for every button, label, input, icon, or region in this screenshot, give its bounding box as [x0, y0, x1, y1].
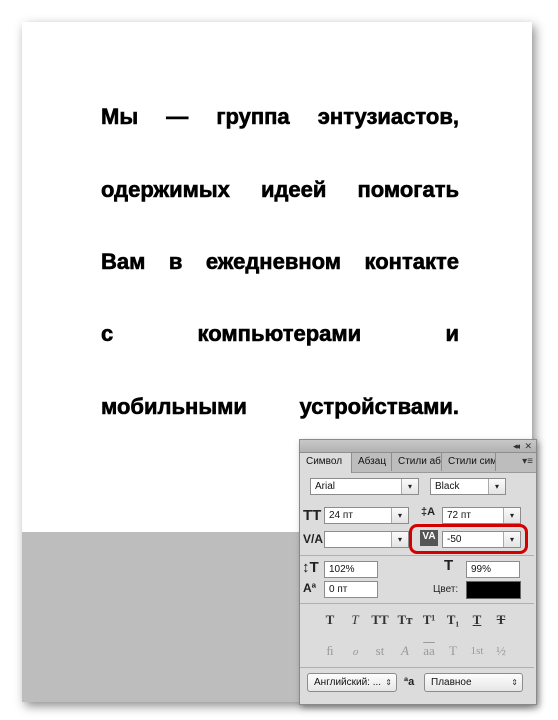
text-line-4[interactable]: с компьютерами и	[101, 321, 460, 347]
leading-value: 72 пт	[447, 510, 471, 521]
horizontal-scale-value: 99%	[471, 564, 492, 575]
word: устройствами.	[299, 394, 459, 420]
superscript-button[interactable]: T¹	[417, 610, 441, 630]
faux-bold-button[interactable]: T	[318, 610, 342, 630]
vertical-scale-field[interactable]: 102%	[324, 561, 378, 578]
word: Вам	[101, 249, 146, 275]
color-label: Цвет:	[433, 584, 459, 595]
text-line-2[interactable]: одержимых идеей помогать	[101, 177, 460, 203]
chevron-down-icon[interactable]: ▾	[391, 532, 408, 547]
baseline-shift-icon: Aª	[303, 581, 317, 595]
word: контакте	[364, 249, 459, 275]
all-caps-button[interactable]: TT	[368, 610, 392, 630]
fractions-button[interactable]: ½	[489, 641, 513, 661]
panel-menu-icon[interactable]: ▾≡	[522, 456, 533, 467]
panel-tabs: Символ Абзац Стили аб Стили сим ▾≡	[300, 453, 536, 473]
word: группа	[216, 104, 290, 130]
tab-character[interactable]: Символ	[300, 453, 352, 473]
text-line-3[interactable]: Вам в ежедневном контакте	[101, 249, 460, 275]
horizontal-scale-icon: T	[444, 557, 454, 574]
language-value: Английский: ...	[314, 677, 382, 688]
discretionary-ligatures-button[interactable]: st	[368, 641, 392, 661]
swash-button[interactable]: A	[393, 641, 417, 661]
chevron-down-icon[interactable]: ▾	[401, 479, 418, 494]
underline-button[interactable]: T	[465, 610, 489, 630]
word: энтузиастов,	[317, 104, 459, 130]
chevron-down-icon[interactable]: ▾	[488, 479, 505, 494]
font-size-value: 24 пт	[329, 510, 353, 521]
subscript-button[interactable]: T₁	[441, 610, 465, 630]
word: ежедневном	[205, 249, 342, 275]
word: и	[445, 321, 459, 347]
strikethrough-button[interactable]: T	[489, 610, 513, 630]
tab-paragraph[interactable]: Абзац	[352, 453, 392, 471]
word: помогать	[357, 177, 459, 203]
chevron-down-icon[interactable]: ▾	[503, 508, 520, 523]
baseline-shift-field[interactable]: 0 пт	[324, 581, 378, 598]
word: идеей	[260, 177, 327, 203]
titling-button[interactable]: T	[441, 641, 465, 661]
kerning-icon: V/A	[303, 532, 324, 546]
word: —	[166, 104, 189, 130]
close-icon[interactable]: ✕	[524, 440, 532, 452]
tracking-highlight	[409, 524, 528, 554]
baseline-shift-value: 0 пт	[329, 584, 348, 595]
panel-title-bar[interactable]: ◂◂ ✕	[300, 440, 536, 453]
antialias-select[interactable]: Плавное ⇕	[424, 673, 523, 692]
font-family-value: Arial	[315, 481, 336, 492]
updown-icon: ⇕	[511, 678, 518, 687]
vertical-scale-value: 102%	[329, 564, 355, 575]
updown-icon: ⇕	[385, 678, 392, 687]
tab-character-styles[interactable]: Стили сим	[442, 453, 496, 471]
tab-paragraph-styles[interactable]: Стили аб	[392, 453, 442, 471]
divider	[300, 603, 534, 604]
divider	[300, 667, 534, 668]
stylistic-alternates-button[interactable]: aa	[417, 641, 441, 661]
kerning-field[interactable]: ▾	[324, 531, 409, 548]
font-style-value: Black	[435, 481, 460, 492]
font-family-select[interactable]: Arial ▾	[310, 478, 419, 495]
collapse-icon[interactable]: ◂◂	[513, 440, 520, 452]
word: Мы	[101, 104, 139, 130]
font-size-field[interactable]: 24 пт ▾	[324, 507, 409, 524]
word: компьютерами	[197, 321, 362, 347]
small-caps-button[interactable]: Tт	[393, 610, 417, 630]
ligatures-button[interactable]: ﬁ	[318, 641, 342, 661]
ordinals-button[interactable]: 1st	[465, 641, 489, 661]
faux-italic-button[interactable]: T	[343, 610, 367, 630]
antialias-icon: ªa	[404, 676, 415, 688]
word: одержимых	[101, 177, 231, 203]
word: в	[168, 249, 183, 275]
text-line-1[interactable]: Мы — группа энтузиастов,	[101, 104, 460, 130]
horizontal-scale-field[interactable]: 99%	[466, 561, 520, 578]
chevron-down-icon[interactable]: ▾	[391, 508, 408, 523]
antialias-value: Плавное	[431, 677, 472, 688]
font-style-select[interactable]: Black ▾	[430, 478, 506, 495]
divider	[300, 555, 534, 556]
leading-field[interactable]: 72 пт ▾	[442, 507, 521, 524]
leading-icon: ‡A	[421, 506, 436, 518]
font-size-icon: ТT	[303, 507, 322, 524]
color-swatch[interactable]	[466, 581, 521, 599]
text-line-5[interactable]: мобильными устройствами.	[101, 394, 460, 420]
word: мобильными	[101, 394, 248, 420]
language-select[interactable]: Английский: ... ⇕	[307, 673, 397, 692]
word: с	[101, 321, 114, 347]
old-style-button[interactable]: ℴ	[343, 641, 367, 661]
vertical-scale-icon: ↕T	[302, 559, 319, 576]
